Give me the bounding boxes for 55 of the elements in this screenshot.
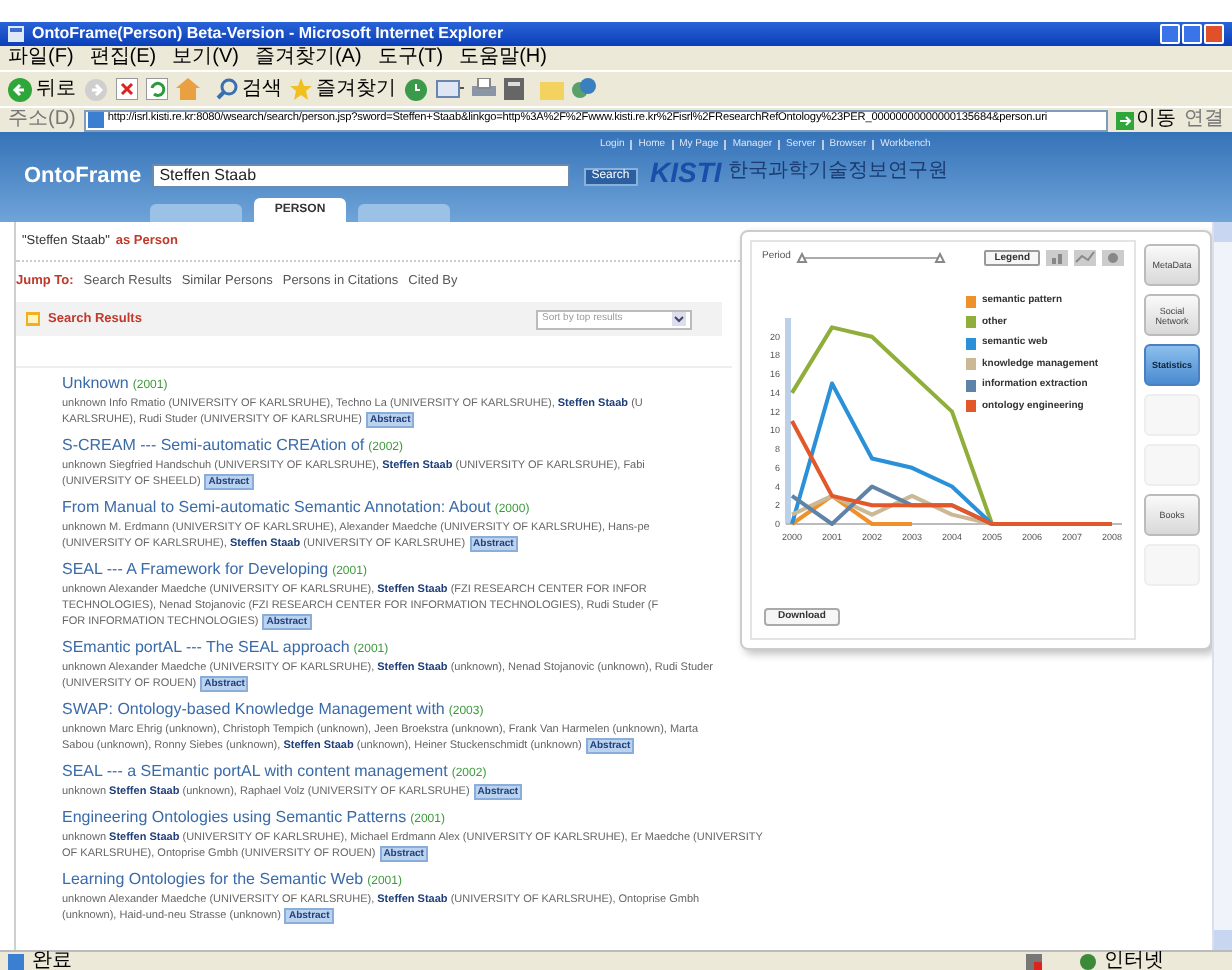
result-title[interactable]: SWAP: Ontology-based Knowledge Management with [62, 700, 445, 720]
star-icon [290, 78, 312, 100]
minimize-button[interactable] [1160, 24, 1180, 44]
refresh-icon[interactable] [146, 78, 168, 100]
result-title[interactable]: Engineering Ontologies using Semantic Patterns [62, 808, 407, 828]
search-field[interactable]: Steffen Staab [151, 164, 570, 189]
go-button[interactable]: 이동 [1116, 110, 1176, 130]
zone-text: 인터넷 [1104, 951, 1164, 970]
messenger-icon[interactable] [572, 78, 596, 100]
chart-type-icon[interactable] [1074, 250, 1096, 266]
maximize-button[interactable] [1182, 24, 1202, 44]
status-text: 완료 [32, 951, 72, 970]
close-button[interactable] [1204, 24, 1224, 44]
menu-item[interactable]: 파일(F) [8, 48, 74, 68]
window-title: OntoFrame(Person) Beta-Version - Microsoft Internet Explorer [32, 26, 504, 42]
favorites-button[interactable]: 즐겨찾기 [290, 78, 396, 100]
chart-type-icon[interactable] [1046, 250, 1068, 266]
page-icon [87, 112, 104, 128]
result-title[interactable]: Unknown [62, 374, 129, 394]
links-label[interactable]: 연결 [1184, 110, 1224, 130]
folder-icon [26, 312, 40, 326]
dropdown-arrow-icon [672, 312, 686, 326]
forward-icon[interactable] [84, 77, 108, 101]
menu-item[interactable]: 도움말(H) [459, 48, 547, 68]
printer-icon[interactable] [472, 78, 496, 100]
browser-icon [8, 26, 24, 42]
institute-name: 한국과학기술정보연구원 [727, 162, 948, 182]
address-label: 주소(D) [8, 110, 76, 130]
logo: OntoFrame [24, 162, 142, 192]
scrollbar[interactable] [1212, 222, 1232, 950]
result-title[interactable]: From Manual to Semi-automatic Semantic Annotation: About [62, 498, 491, 518]
institute-logo: KISTI [650, 158, 722, 186]
mail-icon[interactable] [436, 78, 464, 100]
search-icon [216, 78, 238, 100]
result-title[interactable]: SEAL --- a SEmantic portAL with content management [62, 762, 448, 782]
result-title[interactable]: Learning Ontologies for the Semantic Web [62, 870, 364, 890]
slider-handle[interactable] [797, 252, 809, 263]
menu-item[interactable]: 즐겨찾기(A) [254, 48, 362, 68]
search-button[interactable]: 검색 [216, 78, 282, 100]
chart-type-icon[interactable] [1102, 250, 1124, 266]
menu-item[interactable]: 편집(E) [89, 48, 157, 68]
security-icon [1026, 953, 1042, 969]
home-icon[interactable] [176, 78, 200, 100]
stop-icon[interactable] [116, 78, 138, 100]
result-title[interactable]: S-CREAM --- Semi-automatic CREAtion of [62, 436, 365, 456]
result-title[interactable]: SEAL --- A Framework for Developing [62, 560, 329, 580]
menu-item[interactable]: 도구(T) [377, 48, 444, 68]
slider-handle[interactable] [935, 252, 947, 263]
page-icon [8, 953, 24, 969]
result-title[interactable]: SEmantic portAL --- The SEAL approach [62, 638, 350, 658]
back-arrow-icon [8, 77, 32, 101]
menu-item[interactable]: 보기(V) [172, 48, 239, 68]
back-button[interactable]: 뒤로 [8, 77, 76, 101]
history-icon[interactable] [404, 77, 428, 101]
globe-icon [1080, 953, 1096, 969]
